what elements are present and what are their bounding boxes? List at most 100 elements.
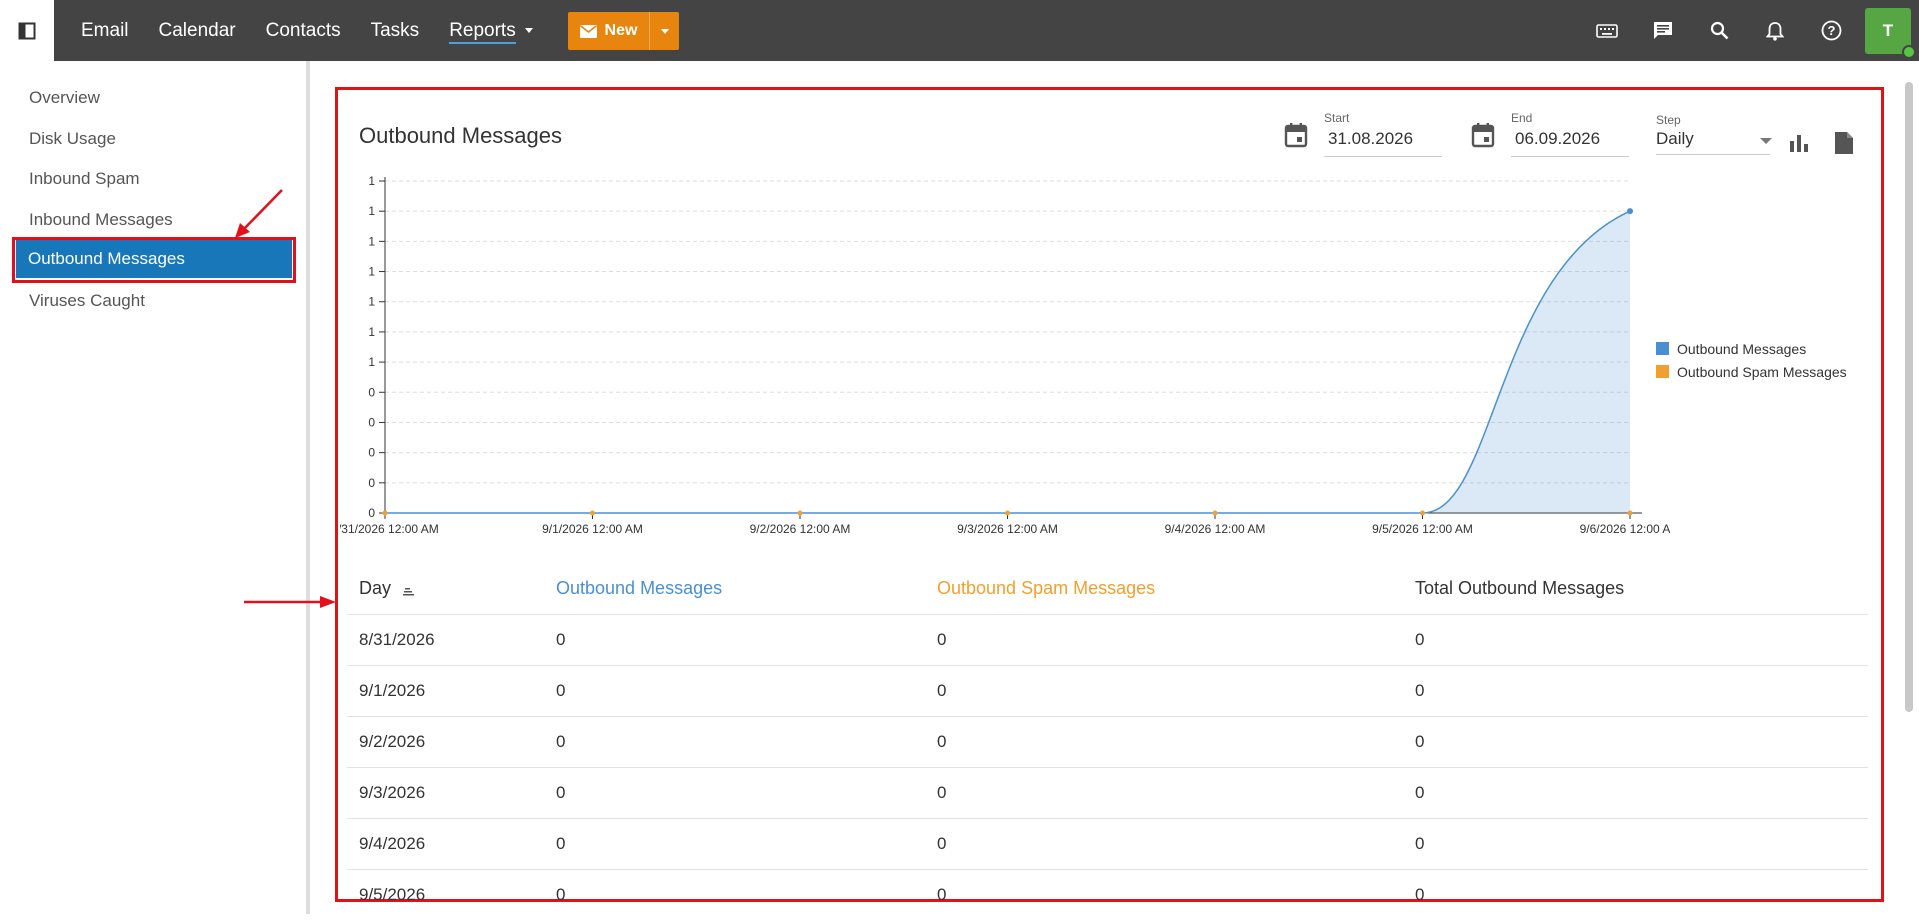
help-icon: ?: [1821, 20, 1841, 41]
start-date-value: 31.08.2026: [1328, 129, 1414, 148]
table-cell-outbound: 0: [556, 885, 566, 904]
search-icon: [1710, 21, 1728, 40]
end-date-label: End: [1511, 111, 1533, 125]
col-header-total[interactable]: Total Outbound Messages: [1415, 578, 1624, 599]
avatar-initial: T: [1882, 20, 1894, 40]
legend-swatch-spam: [1656, 365, 1669, 378]
table-row[interactable]: 9/1/2026 0 0 0: [347, 665, 1868, 716]
table-cell-total: 0: [1415, 681, 1425, 700]
x-tick-label: 8/31/2026 12:00 AM: [340, 522, 439, 536]
col-header-outbound[interactable]: Outbound Messages: [556, 578, 722, 599]
x-tick-label: 9/4/2026 12:00 AM: [1165, 522, 1266, 536]
notifications-button[interactable]: [1747, 0, 1803, 61]
nav-reports-label: Reports: [449, 19, 516, 44]
y-tick-label: 1: [368, 355, 375, 369]
table-cell-spam: 0: [937, 630, 947, 649]
table-row[interactable]: 9/4/2026 0 0 0: [347, 818, 1868, 869]
data-point-spam: [590, 510, 595, 516]
col-header-day[interactable]: Day: [359, 578, 416, 599]
start-date-field[interactable]: Start 31.08.2026: [1324, 111, 1442, 157]
calendar-icon[interactable]: [1284, 122, 1308, 148]
table-cell-outbound: 0: [556, 834, 566, 853]
chat-button[interactable]: [1635, 0, 1691, 61]
nav-contacts[interactable]: Contacts: [266, 20, 341, 42]
data-point-outbound: [1627, 208, 1633, 215]
y-tick-label: 1: [368, 234, 375, 248]
legend-label-outbound: Outbound Messages: [1677, 340, 1807, 357]
document-icon[interactable]: [1834, 131, 1854, 155]
table-cell-total: 0: [1415, 885, 1425, 904]
sidebar-item-inbound-messages[interactable]: Inbound Messages: [29, 210, 173, 230]
y-tick-label: 1: [368, 174, 375, 188]
svg-text:?: ?: [1827, 23, 1835, 38]
calendar-icon[interactable]: [1471, 122, 1495, 148]
table-cell-outbound: 0: [556, 783, 566, 802]
table-row[interactable]: 8/31/2026 0 0 0: [347, 614, 1868, 665]
y-tick-label: 1: [368, 325, 375, 339]
table-cell-outbound: 0: [556, 732, 566, 751]
sidebar-toggle-icon: [18, 22, 36, 39]
nav-reports[interactable]: Reports: [449, 19, 533, 44]
y-tick-label: 1: [368, 204, 375, 218]
nav-calendar[interactable]: Calendar: [159, 20, 236, 42]
nav-tasks[interactable]: Tasks: [371, 20, 420, 42]
chevron-down-icon: [660, 28, 669, 34]
new-button-label: New: [604, 22, 638, 39]
bar-chart-icon[interactable]: [1789, 133, 1809, 153]
legend-item-spam[interactable]: Outbound Spam Messages: [1656, 360, 1847, 383]
legend-swatch-outbound: [1656, 342, 1669, 355]
sidebar-item-overview[interactable]: Overview: [29, 88, 100, 108]
page-scrollbar[interactable]: [1905, 82, 1913, 712]
x-tick-label: 9/6/2026 12:00 AM: [1580, 522, 1670, 536]
search-button[interactable]: [1691, 0, 1747, 61]
table-cell-day: 9/3/2026: [359, 783, 426, 802]
table-cell-total: 0: [1415, 834, 1425, 853]
legend-label-spam: Outbound Spam Messages: [1677, 363, 1847, 380]
y-tick-label: 0: [368, 506, 375, 520]
new-button[interactable]: New: [568, 12, 649, 50]
table-row[interactable]: 9/3/2026 0 0 0: [347, 767, 1868, 818]
x-tick-label: 9/1/2026 12:00 AM: [542, 522, 643, 536]
annotation-arrow-icon: [235, 189, 283, 238]
table-cell-day: 9/4/2026: [359, 834, 426, 853]
step-label: Step: [1656, 113, 1681, 127]
sort-ascending-icon: [403, 588, 415, 596]
chevron-down-icon: [1760, 138, 1772, 144]
new-dropdown-button[interactable]: [649, 12, 679, 50]
sidebar-item-viruses-caught[interactable]: Viruses Caught: [29, 291, 145, 311]
annotation-arrow-icon: [244, 596, 336, 608]
table-row[interactable]: 9/5/2026 0 0 0: [347, 869, 1868, 920]
keyboard-icon: [1596, 23, 1618, 38]
user-avatar[interactable]: T: [1865, 7, 1916, 59]
sidebar-toggle-button[interactable]: [0, 0, 54, 61]
y-tick-label: 1: [368, 265, 375, 279]
step-select[interactable]: Step Daily: [1656, 113, 1770, 155]
help-button[interactable]: ?: [1803, 0, 1859, 61]
envelope-icon: [579, 24, 597, 38]
outbound-messages-chart: 0 0 0 0 0 1 1 1 1 1 1 1 8/31/2026 12:00 AM 9/1/2026 1…: [340, 174, 1670, 536]
table-row[interactable]: 9/2/2026 0 0 0: [347, 716, 1868, 767]
table-cell-total: 0: [1415, 732, 1425, 751]
table-cell-spam: 0: [937, 783, 947, 802]
y-tick-label: 0: [368, 385, 375, 399]
chevron-down-icon: [524, 27, 533, 33]
legend-item-outbound[interactable]: Outbound Messages: [1656, 337, 1847, 360]
bell-icon: [1766, 21, 1784, 41]
table-cell-spam: 0: [937, 885, 947, 904]
sidebar-item-inbound-spam[interactable]: Inbound Spam: [29, 169, 140, 189]
y-tick-label: 0: [368, 446, 375, 460]
sidebar-item-disk-usage[interactable]: Disk Usage: [29, 129, 116, 149]
table-cell-day: 9/1/2026: [359, 681, 426, 700]
y-tick-label: 0: [368, 415, 375, 429]
end-date-field[interactable]: End 06.09.2026: [1511, 111, 1629, 157]
chart-legend: Outbound Messages Outbound Spam Messages: [1656, 337, 1847, 383]
step-value: Daily: [1656, 129, 1694, 148]
col-header-spam[interactable]: Outbound Spam Messages: [937, 578, 1155, 599]
keyboard-button[interactable]: [1579, 0, 1635, 61]
table-cell-outbound: 0: [556, 681, 566, 700]
top-icons: ? T: [1579, 0, 1919, 61]
x-tick-label: 9/3/2026 12:00 AM: [957, 522, 1058, 536]
table-cell-outbound: 0: [556, 630, 566, 649]
x-tick-label: 9/2/2026 12:00 AM: [750, 522, 851, 536]
nav-email[interactable]: Email: [81, 20, 129, 42]
